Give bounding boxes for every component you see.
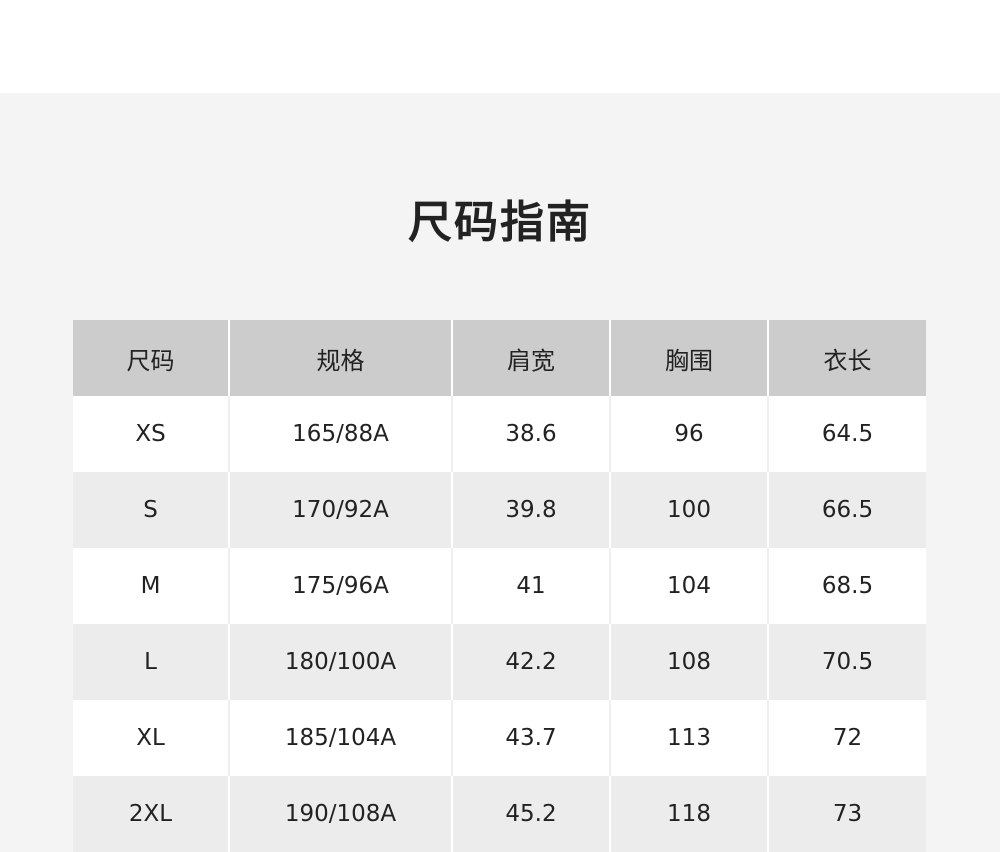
cell-chest: 100 bbox=[609, 472, 768, 548]
cell-size: 2XL bbox=[73, 776, 229, 852]
header-chest: 胸围 bbox=[609, 320, 768, 396]
cell-spec: 170/92A bbox=[228, 472, 452, 548]
header-shoulder: 肩宽 bbox=[451, 320, 610, 396]
cell-size: L bbox=[73, 624, 229, 700]
cell-length: 66.5 bbox=[767, 472, 926, 548]
table-header-row: 尺码 规格 肩宽 胸围 衣长 bbox=[73, 320, 926, 396]
cell-length: 68.5 bbox=[767, 548, 926, 624]
header-spec: 规格 bbox=[228, 320, 452, 396]
cell-shoulder: 39.8 bbox=[451, 472, 610, 548]
cell-chest: 108 bbox=[609, 624, 768, 700]
cell-spec: 185/104A bbox=[228, 700, 452, 776]
table-row: L 180/100A 42.2 108 70.5 bbox=[73, 624, 926, 700]
cell-chest: 118 bbox=[609, 776, 768, 852]
cell-spec: 175/96A bbox=[228, 548, 452, 624]
cell-size: XS bbox=[73, 396, 229, 472]
header-length: 衣长 bbox=[767, 320, 926, 396]
table-row: XS 165/88A 38.6 96 64.5 bbox=[73, 396, 926, 472]
cell-shoulder: 45.2 bbox=[451, 776, 610, 852]
cell-chest: 113 bbox=[609, 700, 768, 776]
top-white-band bbox=[0, 0, 1000, 93]
cell-chest: 96 bbox=[609, 396, 768, 472]
cell-length: 73 bbox=[767, 776, 926, 852]
cell-spec: 190/108A bbox=[228, 776, 452, 852]
cell-size: XL bbox=[73, 700, 229, 776]
header-size: 尺码 bbox=[73, 320, 229, 396]
table-row: XL 185/104A 43.7 113 72 bbox=[73, 700, 926, 776]
cell-size: S bbox=[73, 472, 229, 548]
page-title: 尺码指南 bbox=[408, 197, 592, 248]
cell-shoulder: 43.7 bbox=[451, 700, 610, 776]
cell-length: 70.5 bbox=[767, 624, 926, 700]
cell-shoulder: 41 bbox=[451, 548, 610, 624]
table-row: 2XL 190/108A 45.2 118 73 bbox=[73, 776, 926, 852]
cell-size: M bbox=[73, 548, 229, 624]
cell-spec: 165/88A bbox=[228, 396, 452, 472]
cell-shoulder: 42.2 bbox=[451, 624, 610, 700]
table-row: M 175/96A 41 104 68.5 bbox=[73, 548, 926, 624]
cell-chest: 104 bbox=[609, 548, 768, 624]
cell-length: 72 bbox=[767, 700, 926, 776]
size-table: 尺码 规格 肩宽 胸围 衣长 XS 165/88A 38.6 96 64.5 S… bbox=[73, 320, 926, 852]
cell-spec: 180/100A bbox=[228, 624, 452, 700]
cell-length: 64.5 bbox=[767, 396, 926, 472]
table-row: S 170/92A 39.8 100 66.5 bbox=[73, 472, 926, 548]
cell-shoulder: 38.6 bbox=[451, 396, 610, 472]
